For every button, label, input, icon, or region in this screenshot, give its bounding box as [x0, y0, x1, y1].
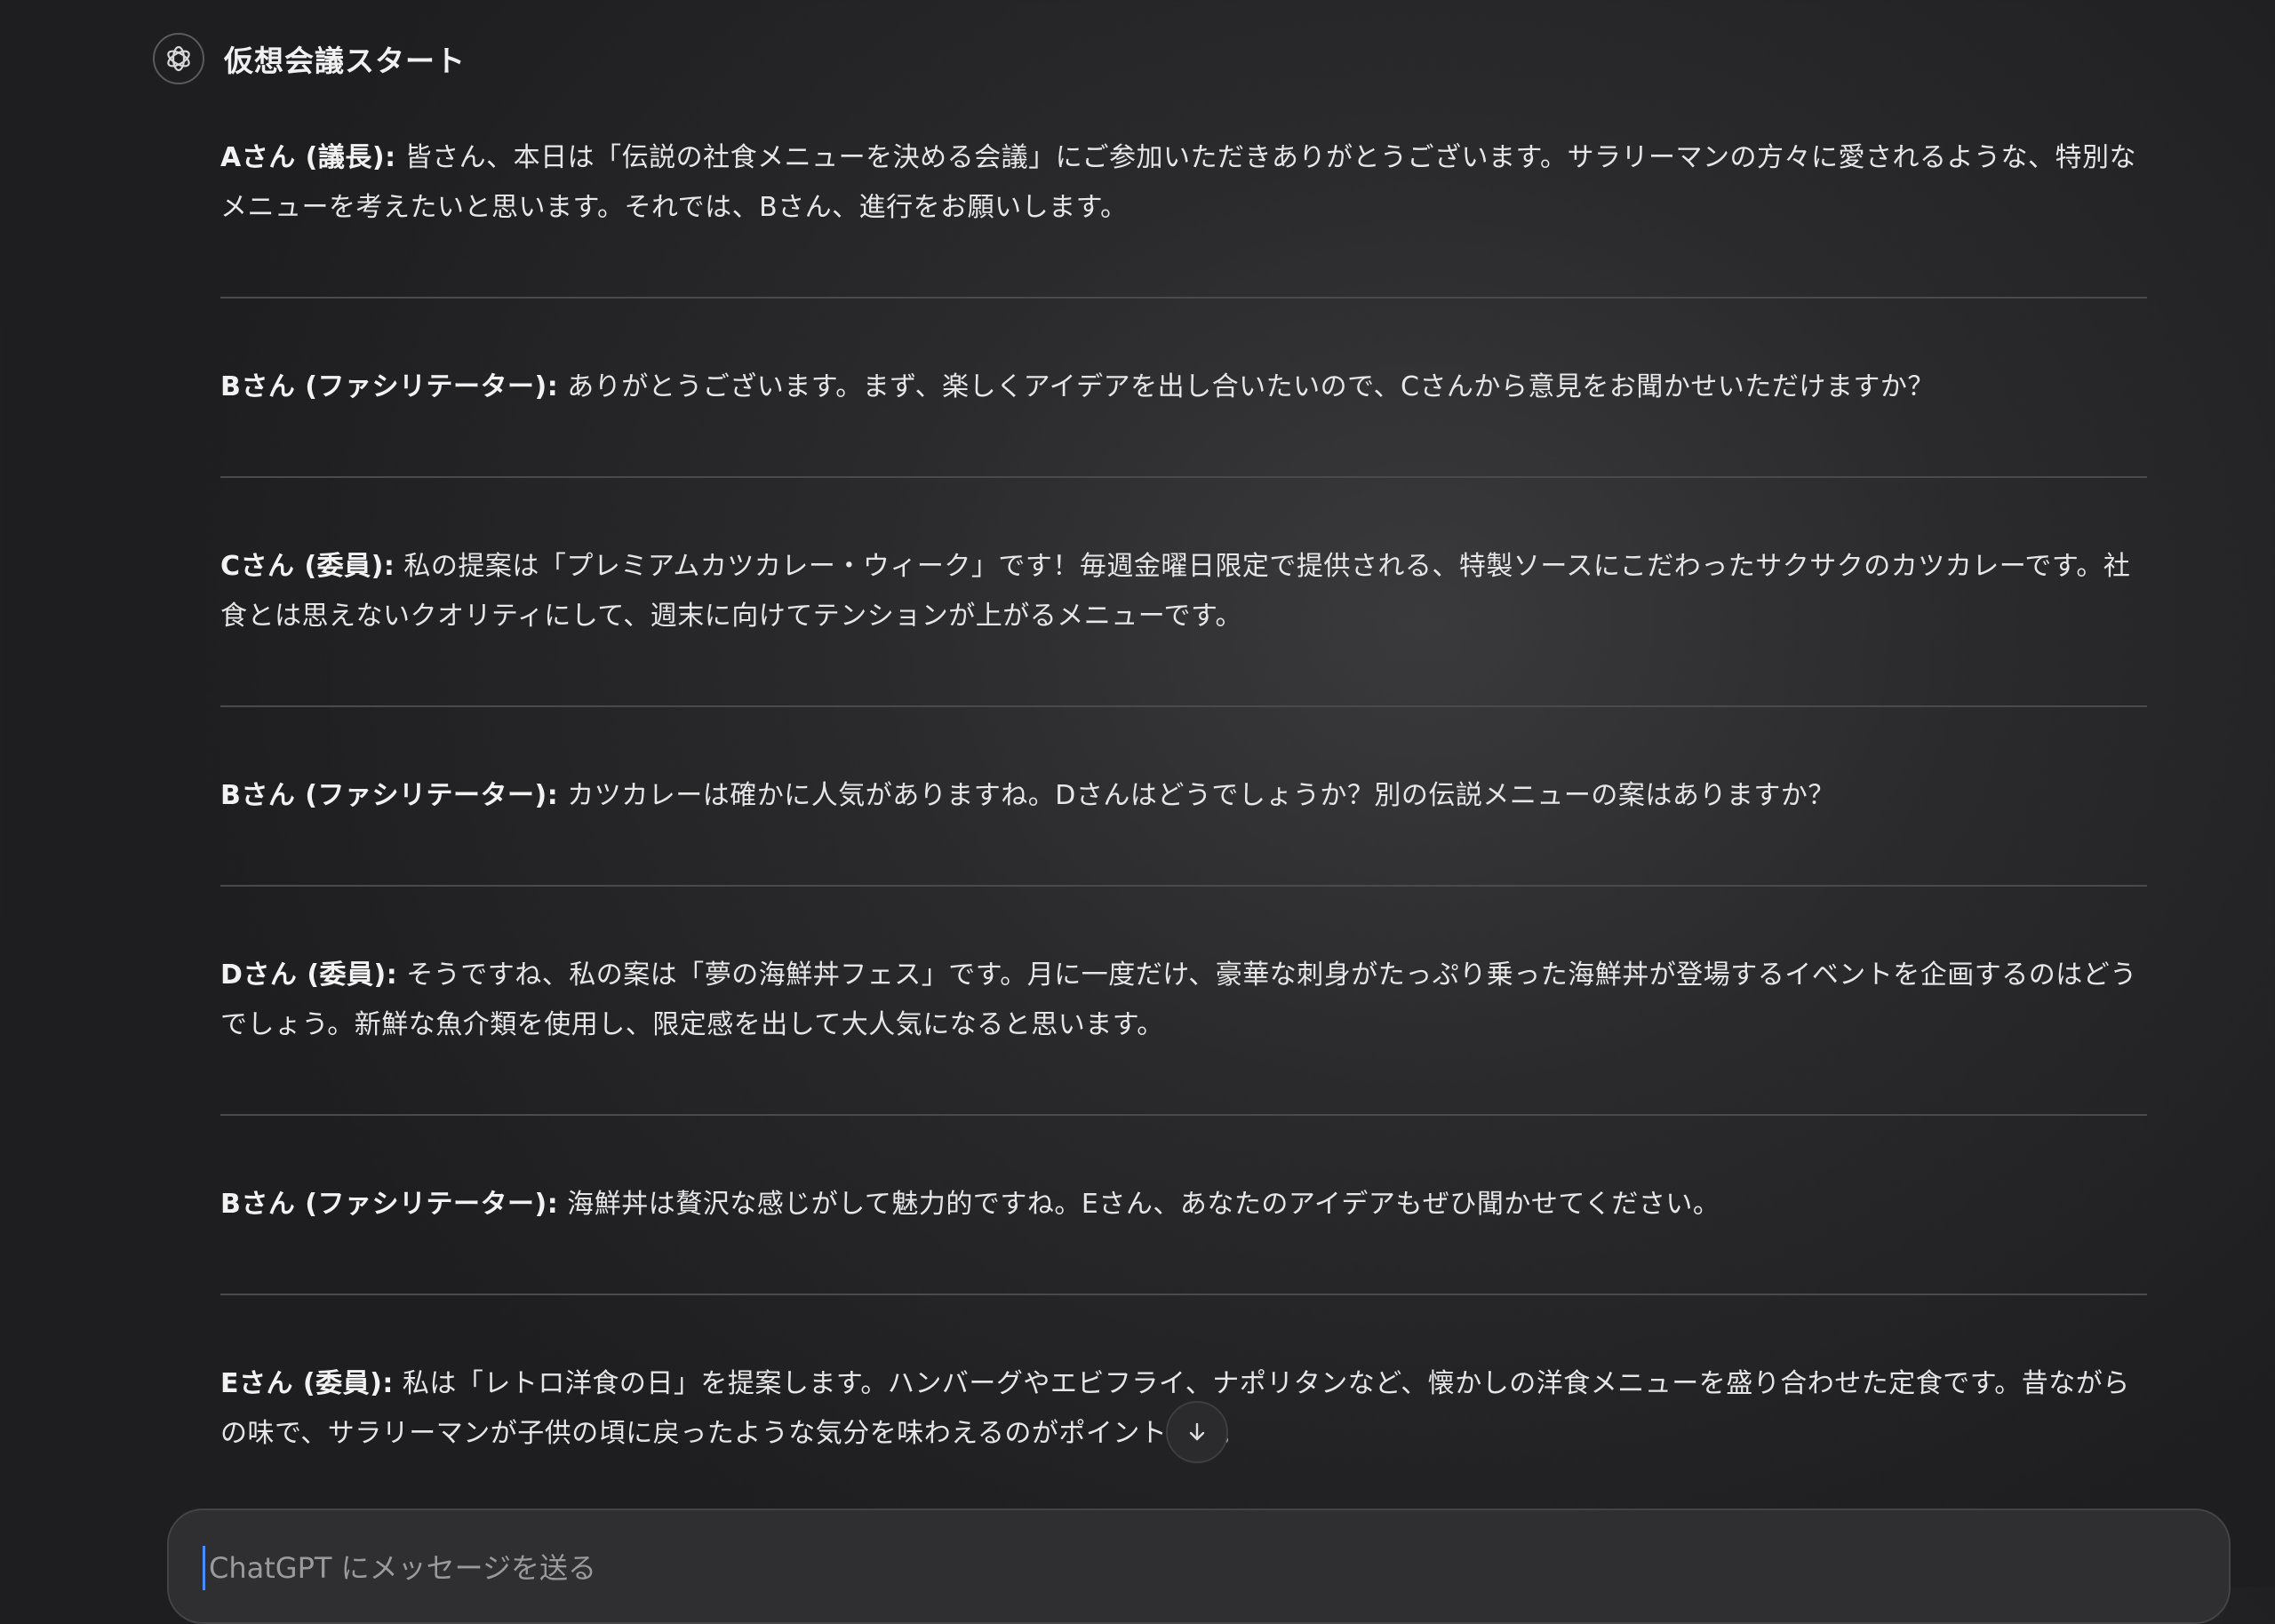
conversation-title: 仮想会議スタート: [224, 44, 466, 78]
message-divider: [220, 1294, 2147, 1295]
message-speaker: Eさん (委員):: [220, 1368, 394, 1399]
openai-logo-icon: [153, 33, 204, 84]
message-divider: [220, 1114, 2147, 1116]
message-text: 私の提案は「プレミアムカツカレー・ウィーク」です！毎週金曜日限定で提供される、特…: [220, 551, 2131, 632]
message-divider: [220, 705, 2147, 707]
message-text: ありがとうございます。まず、楽しくアイデアを出し合いたいので、Cさんから意見をお…: [558, 371, 1935, 402]
message-item: Dさん (委員): そうですね、私の案は「夢の海鮮丼フェス」です。月に一度だけ、…: [220, 951, 2147, 1050]
message-speaker: Cさん (委員):: [220, 551, 395, 582]
message-composer: [167, 1509, 2231, 1624]
message-speaker: Dさん (委員):: [220, 959, 398, 991]
message-item: Bさん (ファシリテーター): ありがとうございます。まず、楽しくアイデアを出し…: [220, 362, 2147, 412]
message-speaker: Bさん (ファシリテーター):: [220, 1189, 559, 1220]
message-item: Aさん (議長): 皆さん、本日は「伝説の社食メニューを決める会議」にご参加いた…: [220, 133, 2147, 233]
message-input[interactable]: [203, 1546, 1631, 1590]
message-speaker: Bさん (ファシリテーター):: [220, 780, 559, 811]
message-item: Bさん (ファシリテーター): カツカレーは確かに人気がありますね。Dさんはどう…: [220, 771, 2147, 821]
message-text: 皆さん、本日は「伝説の社食メニューを決める会議」にご参加いただきありがとうござい…: [220, 142, 2137, 223]
message-list: Aさん (議長): 皆さん、本日は「伝説の社食メニューを決める会議」にご参加いた…: [220, 133, 2147, 1524]
message-text: そうですね、私の案は「夢の海鮮丼フェス」です。月に一度だけ、豪華な刺身がたっぷり…: [220, 959, 2137, 1040]
arrow-down-icon: [1189, 1422, 1205, 1441]
message-text: カツカレーは確かに人気がありますね。Dさんはどうでしょうか？別の伝説メニューの案…: [558, 780, 1835, 811]
message-item: Bさん (ファシリテーター): 海鮮丼は贅沢な感じがして魅力的ですね。Eさん、あ…: [220, 1180, 2147, 1230]
message-divider: [220, 885, 2147, 887]
scroll-to-bottom-button[interactable]: [1166, 1401, 1228, 1463]
message-speaker: Aさん (議長):: [220, 142, 396, 173]
message-divider: [220, 297, 2147, 299]
message-speaker: Bさん (ファシリテーター):: [220, 371, 559, 402]
message-divider: [220, 476, 2147, 478]
message-item: Cさん (委員): 私の提案は「プレミアムカツカレー・ウィーク」です！毎週金曜日…: [220, 542, 2147, 641]
message-text: 海鮮丼は贅沢な感じがして魅力的ですね。Eさん、あなたのアイデアもぜひ聞かせてくだ…: [558, 1189, 1720, 1220]
conversation-header: 仮想会議スタート: [153, 32, 466, 85]
